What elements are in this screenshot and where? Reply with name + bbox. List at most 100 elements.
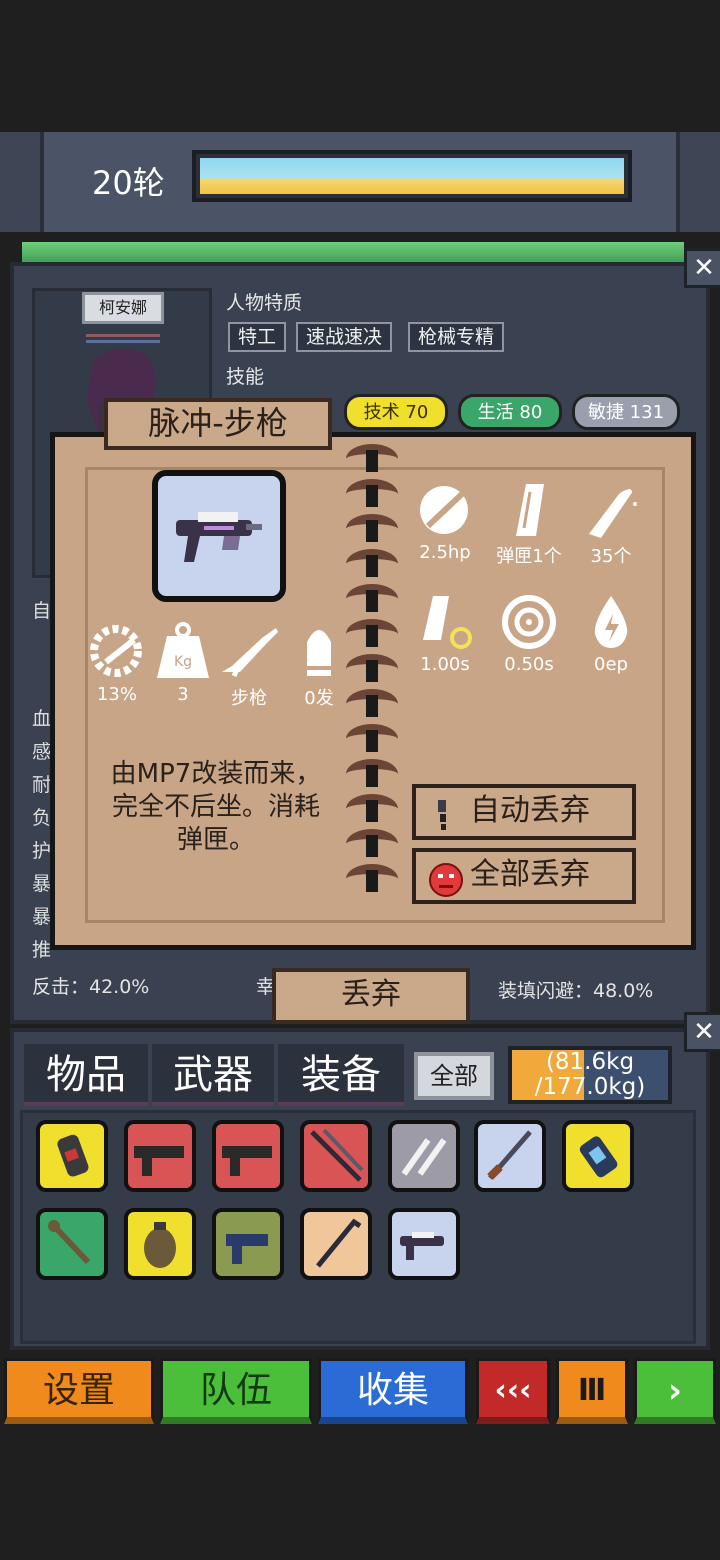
stat-letter-8: 推 [32, 939, 52, 961]
weapon-description-line-2: 完全不后坐。消耗 [111, 792, 320, 822]
reload-icon [423, 596, 472, 649]
crowbar-icon [316, 1218, 362, 1268]
carry-weight-line2: /177.0kg) [534, 1074, 646, 1100]
stat-letter-4: 负 [32, 807, 52, 829]
stat-letter-1: 血 [32, 708, 52, 730]
weight-icon: Kg [157, 622, 209, 678]
close-character-button[interactable]: ✕ [684, 248, 720, 288]
rewind-button[interactable]: ‹‹‹ [476, 1358, 550, 1424]
gun-icon [134, 1146, 184, 1176]
recoil-gear-icon [90, 625, 142, 677]
stat-bullets-value: 35个 [590, 546, 632, 567]
inventory-slot-pistol-red-2[interactable] [212, 1120, 284, 1192]
stat-letter-2: 感 [32, 741, 52, 763]
ammo-icon [307, 630, 331, 676]
stat-aim-time-value: 0.50s [504, 654, 554, 675]
trait-gun-mastery[interactable]: 枪械专精 [408, 322, 505, 352]
stat-recoil: 13% [82, 622, 152, 705]
weapon-description: 由MP7改装而来， 完全不后坐。消耗 弹匣。 [84, 758, 348, 857]
inventory-slot-pistol-red-1[interactable] [124, 1120, 196, 1192]
round-progress-scene [192, 150, 632, 202]
inventory-slot-grenade-can[interactable] [36, 1120, 108, 1192]
section-initial: 自 [32, 600, 52, 622]
stat-magazine: 弹匣1个 [488, 482, 570, 568]
stat-weight-value: 3 [177, 684, 189, 705]
auto-discard-label: 自动丢弃 [470, 793, 590, 828]
auto-discard-button[interactable]: 自动丢弃 [412, 784, 636, 840]
collect-button[interactable]: 收集 [318, 1358, 468, 1424]
magazine-icon [516, 484, 544, 536]
inventory-slot-wrench[interactable] [36, 1208, 108, 1280]
sword-icon [487, 1130, 532, 1180]
character-status-bars [86, 334, 160, 352]
carry-weight-line1: (81.6kg [545, 1049, 635, 1075]
filter-all-button[interactable]: 全部 [414, 1052, 494, 1100]
stat-letter-6: 暴 [32, 873, 52, 895]
stat-letter-3: 耐 [32, 774, 52, 796]
pause-button[interactable]: Ⅲ [556, 1358, 628, 1424]
discard-button[interactable]: 丢弃 [272, 968, 470, 1024]
bullet-icon [589, 489, 637, 538]
canister-icon [57, 1134, 89, 1177]
weapon-description-line-3: 弹匣。 [176, 825, 255, 855]
trait-quick-decision[interactable]: 速战速决 [296, 322, 393, 352]
team-button[interactable]: 队伍 [160, 1358, 312, 1424]
damage-icon [420, 486, 468, 534]
inventory-slot-sword[interactable] [474, 1120, 546, 1192]
skill-life: 生活 80 [458, 394, 562, 430]
play-button[interactable]: › [634, 1358, 716, 1424]
battlefield-strip [22, 242, 684, 264]
discard-all-button[interactable]: 全部丢弃 [412, 848, 636, 904]
close-inventory-button[interactable]: ✕ [684, 1012, 720, 1052]
inventory-slot-battery[interactable] [562, 1120, 634, 1192]
inventory-slot-blades[interactable] [300, 1120, 372, 1192]
inventory-slot-grenade[interactable] [124, 1208, 196, 1280]
traits-title: 人物特质 [226, 292, 303, 314]
stat-reload: 1.00s [408, 594, 482, 675]
inventory-slot-crowbar[interactable] [300, 1208, 372, 1280]
weapon-description-line-1: 由MP7改装而来， [110, 759, 322, 789]
stat-ammo: 0发 [284, 622, 354, 710]
pulse-rifle-icon [400, 1232, 444, 1260]
settings-button[interactable]: 设置 [4, 1358, 154, 1424]
pistol-icon [226, 1234, 268, 1264]
skill-agility: 敏捷 131 [572, 394, 680, 430]
stat-recoil-value: 13% [96, 684, 137, 705]
stat-bullets: 35个 [576, 482, 646, 568]
stat-energy: 0ep [578, 594, 644, 675]
trait-agent[interactable]: 特工 [228, 322, 287, 352]
weapon-title: 脉冲-步枪 [104, 398, 332, 450]
carry-weight: (81.6kg /177.0kg) [508, 1046, 672, 1104]
stat-counter: 反击：42.0% [32, 976, 150, 998]
stat-aim-time: 0.50s [490, 594, 568, 675]
stat-damage-value: 2.5hp [419, 542, 471, 563]
weight-icon-text: Kg [174, 654, 192, 670]
stat-reload-dodge: 装填闪避：48.0% [498, 980, 654, 1002]
inventory-slot-throwing-knives[interactable] [388, 1120, 460, 1192]
game-screen: { "top": { "round": "20轮" }, "character"… [0, 0, 720, 1560]
stat-letter-5: 护 [32, 840, 52, 862]
rifle-icon [222, 628, 278, 677]
angry-face-icon [429, 863, 463, 897]
grenade-icon [144, 1222, 176, 1268]
inventory-slot-pistol-blue[interactable] [212, 1208, 284, 1280]
stat-magazine-value: 弹匣1个 [496, 546, 562, 567]
pulse-rifle-icon [176, 512, 262, 562]
tab-equipment[interactable]: 装备 [278, 1044, 404, 1106]
skill-tech: 技术 70 [344, 394, 448, 430]
stat-weapon-type: 步枪 [214, 622, 284, 710]
wrench-icon [48, 1220, 91, 1265]
tab-items[interactable]: 物品 [24, 1044, 148, 1106]
stat-letter-7: 暴 [32, 906, 52, 928]
stat-energy-value: 0ep [594, 654, 628, 675]
skills-title: 技能 [226, 366, 265, 388]
inventory-slot-pulse-rifle[interactable] [388, 1208, 460, 1280]
stat-weight: Kg 3 [148, 622, 218, 705]
tab-weapons[interactable]: 武器 [152, 1044, 274, 1106]
stat-ammo-value: 0发 [304, 688, 334, 709]
round-counter: 20轮 [92, 164, 165, 202]
stat-damage: 2.5hp [408, 482, 482, 563]
gun-icon [222, 1146, 272, 1176]
stat-reload-value: 1.00s [420, 654, 470, 675]
energy-icon [594, 596, 628, 648]
